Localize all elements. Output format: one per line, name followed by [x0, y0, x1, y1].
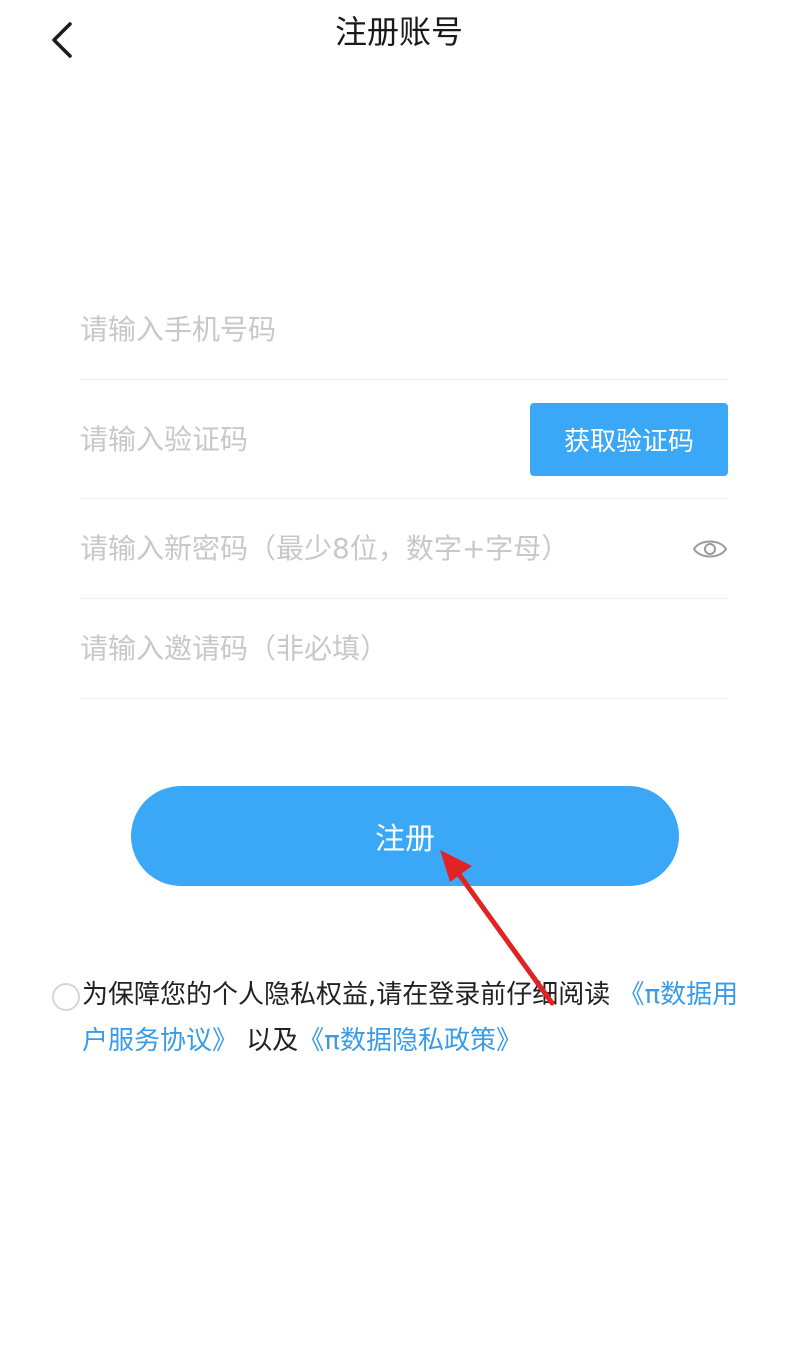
eye-icon[interactable]	[692, 537, 728, 561]
privacy-policy-link[interactable]: 《π数据隐私政策》	[298, 1026, 522, 1056]
agreement-checkbox[interactable]	[52, 983, 80, 1011]
invite-row	[80, 599, 728, 699]
password-row	[80, 499, 728, 599]
verification-code-input[interactable]	[80, 422, 530, 456]
register-form: 获取验证码	[80, 280, 728, 699]
get-code-button[interactable]: 获取验证码	[530, 402, 728, 476]
agreement-text: 为保障您的个人隐私权益,请在登录前仔细阅读 《π数据用户服务协议》 以及《π数据…	[82, 972, 742, 1064]
agreement-prefix: 为保障您的个人隐私权益,请在登录前仔细阅读	[82, 980, 611, 1010]
phone-input[interactable]	[80, 313, 728, 346]
invite-code-input[interactable]	[80, 632, 728, 665]
page-title: 注册账号	[334, 13, 463, 51]
password-input[interactable]	[80, 532, 692, 565]
phone-row	[80, 280, 728, 380]
agreement-connector: 以及	[246, 1026, 299, 1056]
code-row: 获取验证码	[80, 380, 728, 499]
register-button[interactable]: 注册	[131, 786, 679, 886]
